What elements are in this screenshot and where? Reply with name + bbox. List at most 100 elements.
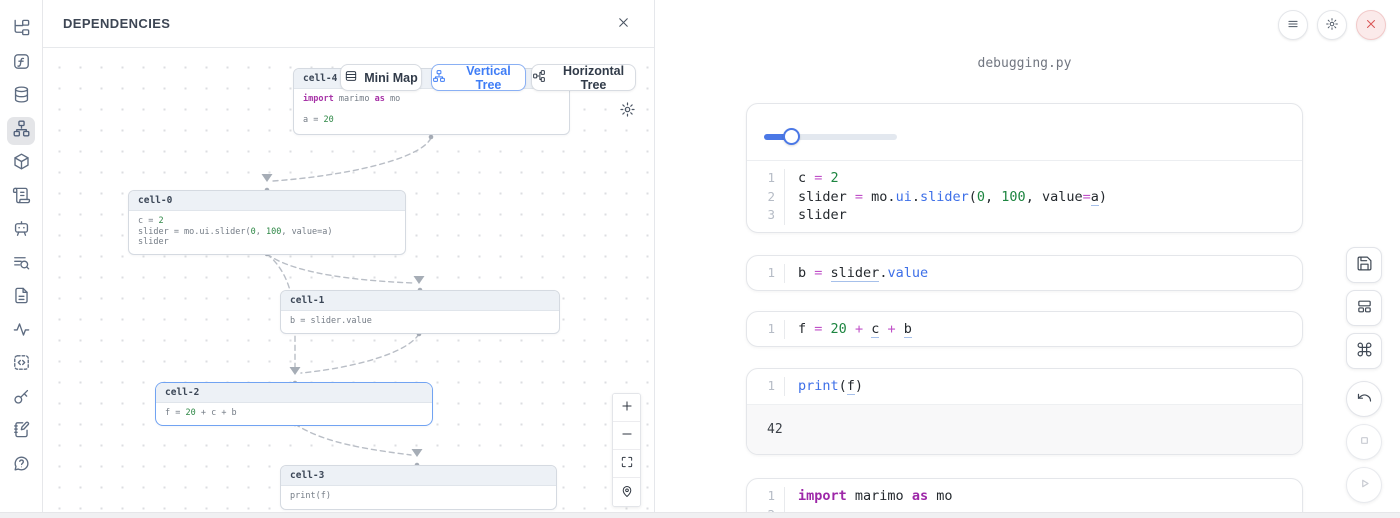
code-line: c = 2 xyxy=(798,169,1107,188)
code-line: f = 20 + c + b xyxy=(798,320,912,339)
database-icon xyxy=(12,85,31,109)
line-number-gutter: 1 xyxy=(747,377,785,396)
code-token: slider xyxy=(138,237,169,247)
code-token: 2 xyxy=(831,170,839,186)
save-button[interactable] xyxy=(1346,247,1382,283)
graph-node-title: cell-0 xyxy=(129,191,405,211)
code-token: b xyxy=(798,265,814,281)
code-token: , value xyxy=(1026,189,1083,205)
code-token: mo xyxy=(390,94,400,104)
graph-node-title: cell-1 xyxy=(281,291,559,311)
code-token: , xyxy=(256,227,266,237)
sidebar-item-scratchpad[interactable] xyxy=(7,418,35,446)
line-number: 1 xyxy=(747,487,775,506)
graph-node-cell-1[interactable]: cell-1 b = slider.value xyxy=(280,290,560,334)
notebook-menu-button[interactable] xyxy=(1278,10,1308,40)
sidebar-item-packages[interactable] xyxy=(7,150,35,178)
notebook-cell: 123 c = 2slider = mo.ui.slider(0, 100, v… xyxy=(746,103,1303,233)
horizontal-tree-label: Horizontal Tree xyxy=(552,64,635,92)
sidebar-item-secrets[interactable] xyxy=(7,385,35,413)
code-token: marimo xyxy=(855,488,912,504)
slider-widget[interactable] xyxy=(747,104,1302,161)
stop-button xyxy=(1346,424,1382,460)
command-icon xyxy=(1356,341,1373,361)
sidebar-item-help[interactable] xyxy=(7,452,35,480)
code-token: mo xyxy=(936,488,952,504)
edge-cell2-cell3 xyxy=(295,424,411,455)
graph-node-code-line: slider xyxy=(138,237,396,248)
settings-button[interactable] xyxy=(1317,10,1347,40)
close-panel-button[interactable] xyxy=(612,13,634,35)
code-token: b = slider.value xyxy=(290,316,372,326)
code-editor[interactable]: 1 f = 20 + c + b xyxy=(747,312,1302,347)
graph-node-cell-3[interactable]: cell-3 print(f) xyxy=(280,465,557,510)
snippets-icon xyxy=(12,353,31,377)
code-token: , xyxy=(985,189,1001,205)
gear-icon xyxy=(1325,17,1339,34)
code-token: slider xyxy=(831,265,880,282)
horizontal-tree-button[interactable]: Horizontal Tree xyxy=(531,64,636,91)
edge-cell4-cell0 xyxy=(273,138,431,181)
sidebar xyxy=(0,0,43,518)
code-line: b = slider.value xyxy=(798,264,928,283)
minus-icon xyxy=(620,427,634,444)
key-icon xyxy=(12,387,31,411)
code-token: f = xyxy=(165,408,185,418)
code-editor[interactable]: 1 b = slider.value xyxy=(747,256,1302,291)
zoom-out-button[interactable] xyxy=(613,422,640,450)
close-icon xyxy=(1364,17,1378,34)
slider-track[interactable] xyxy=(764,134,897,140)
graph-node-code-line: f = 20 + c + b xyxy=(165,408,423,419)
command-palette-button[interactable] xyxy=(1346,333,1382,369)
graph-node-code-line: import marimo as mo xyxy=(303,94,560,105)
sidebar-item-documentation[interactable] xyxy=(7,284,35,312)
vertical-tree-button[interactable]: Vertical Tree xyxy=(431,64,526,91)
plus-icon xyxy=(620,399,634,416)
code-line: slider = mo.ui.slider(0, 100, value=a) xyxy=(798,188,1107,207)
code-token: c = xyxy=(138,216,158,226)
mini-map-label: Mini Map xyxy=(364,71,417,85)
zoom-in-button[interactable] xyxy=(613,394,640,422)
sidebar-item-outline[interactable] xyxy=(7,251,35,279)
slider-thumb[interactable] xyxy=(783,128,800,145)
code-token: + c + b xyxy=(196,408,237,418)
line-number: 1 xyxy=(747,264,775,283)
graph-node-cell-0[interactable]: cell-0 c = 2slider = mo.ui.slider(0, 100… xyxy=(128,190,406,255)
line-number: 2 xyxy=(747,188,775,207)
graph-node-cell-2[interactable]: cell-2 f = 20 + c + b xyxy=(155,382,433,426)
filename: debugging.py xyxy=(746,56,1303,71)
sidebar-item-tracing[interactable] xyxy=(7,318,35,346)
sidebar-item-chat[interactable] xyxy=(7,217,35,245)
bot-icon xyxy=(12,219,31,243)
sidebar-item-snippets[interactable] xyxy=(7,351,35,379)
code-token: + xyxy=(855,321,863,337)
arrowhead xyxy=(262,174,273,182)
code-token: b xyxy=(904,321,912,338)
undo-button[interactable] xyxy=(1346,381,1382,417)
sidebar-item-file-explorer[interactable] xyxy=(7,16,35,44)
shutdown-button[interactable] xyxy=(1356,10,1386,40)
dependency-graph-canvas[interactable]: cell-4 import marimo as mo a = 20cell-0 … xyxy=(43,48,654,518)
bottom-scrollbar[interactable] xyxy=(0,512,1400,518)
mini-map-button[interactable]: Mini Map xyxy=(340,64,422,91)
code-editor[interactable]: 123 c = 2slider = mo.ui.slider(0, 100, v… xyxy=(747,161,1302,233)
graph-settings-button[interactable] xyxy=(617,101,637,121)
toggle-interactive-button[interactable] xyxy=(613,478,640,506)
layout-toggle-button[interactable] xyxy=(1346,290,1382,326)
layout-icon xyxy=(1356,298,1373,318)
line-number-gutter: 1 xyxy=(747,320,785,339)
graph-node-code-line: a = 20 xyxy=(303,115,560,126)
sidebar-item-dependencies[interactable] xyxy=(7,117,35,145)
code-editor[interactable]: 1 print(f) xyxy=(747,369,1302,404)
graph-node-code-line: print(f) xyxy=(290,491,547,502)
fit-view-button[interactable] xyxy=(613,450,640,478)
edge-anchor xyxy=(429,135,434,140)
notebook-cell: 1 f = 20 + c + b xyxy=(746,311,1303,347)
code-token: import xyxy=(798,488,855,504)
graph-node-code: b = slider.value xyxy=(281,311,559,333)
sidebar-item-variables[interactable] xyxy=(7,50,35,78)
code-token xyxy=(847,321,855,337)
sidebar-item-logs[interactable] xyxy=(7,184,35,212)
maximize-icon xyxy=(620,455,634,472)
sidebar-item-data-sources[interactable] xyxy=(7,83,35,111)
